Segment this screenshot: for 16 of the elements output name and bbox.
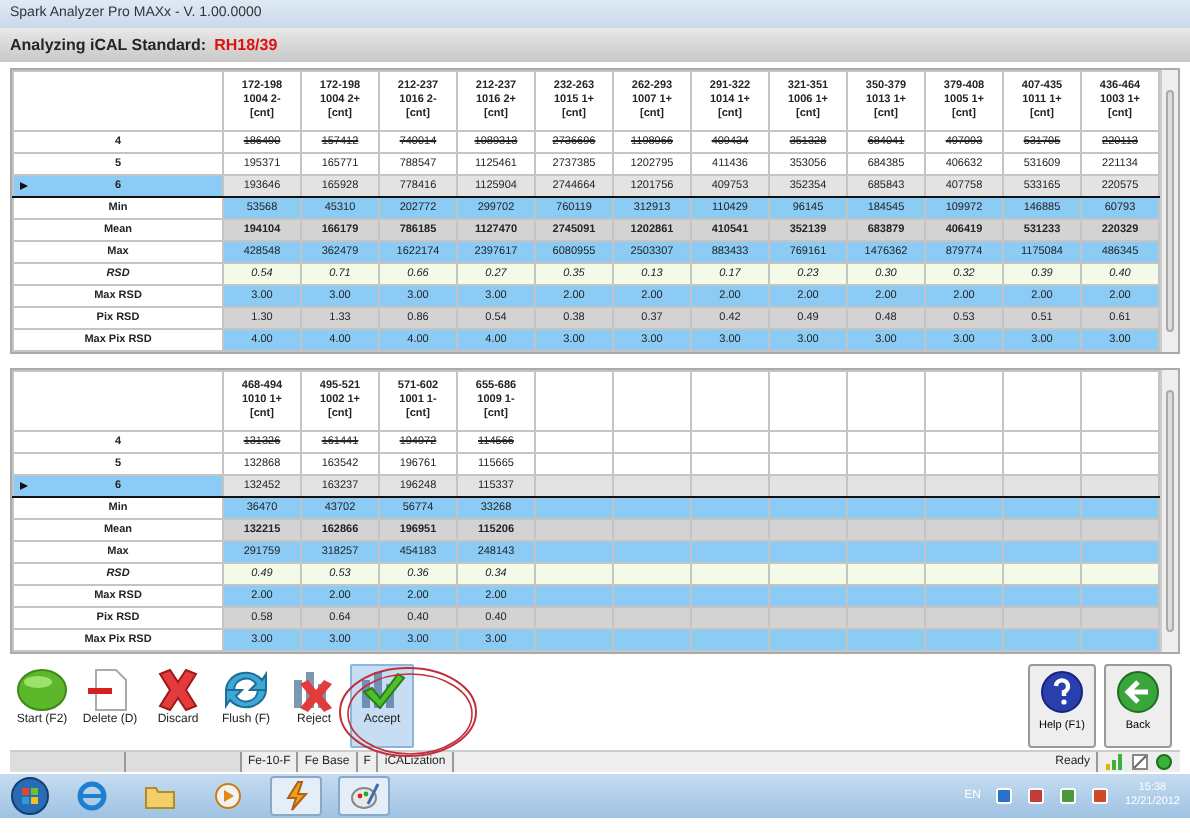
refresh-arrows-icon [220,668,272,712]
standard-label: Analyzing iCAL Standard: [10,34,207,58]
ball-icon [16,668,68,712]
help-icon [1040,670,1084,718]
status-panel [10,752,126,772]
row-pointer-icon [20,482,28,490]
lightning-icon[interactable] [270,776,322,816]
start-orb-icon[interactable] [10,776,50,816]
scrollbar[interactable] [1160,370,1178,652]
standard-name: RH18/39 [214,34,278,58]
paint-palette-icon[interactable] [338,776,390,816]
chart-check-icon [356,668,408,712]
signal-bars-icon [1106,754,1124,770]
row-pointer-icon [20,182,28,190]
status-panel [126,752,242,772]
scrollbar[interactable] [1160,70,1178,352]
